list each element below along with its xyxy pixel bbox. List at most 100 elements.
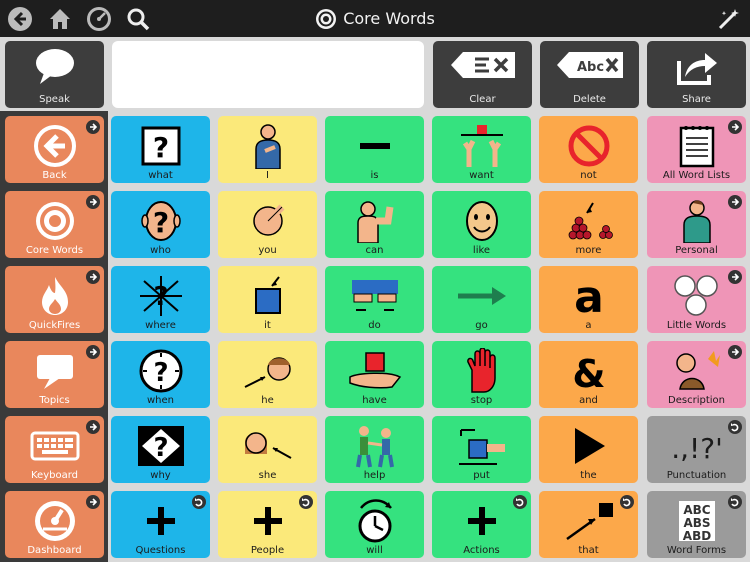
word-key-why[interactable]: ? why xyxy=(111,416,210,483)
word-key-more[interactable]: more xyxy=(539,191,638,258)
flexing-arm-icon xyxy=(325,195,424,247)
sidebar-key-quickfires[interactable]: QuickFires xyxy=(5,266,104,333)
word-key-have[interactable]: have xyxy=(325,341,424,408)
arrow-right-icon xyxy=(90,348,98,356)
word-key-questions[interactable]: Questions xyxy=(111,491,210,558)
clear-label: Clear xyxy=(469,94,496,105)
sidebar-key-core-words[interactable]: Core Words xyxy=(5,191,104,258)
word-key-label: a xyxy=(585,320,592,331)
arrow-right-icon xyxy=(90,273,98,281)
word-key-help[interactable]: help xyxy=(325,416,424,483)
svg-text:ABC: ABC xyxy=(683,503,710,517)
word-key-like[interactable]: like xyxy=(432,191,531,258)
share-button[interactable]: Share xyxy=(647,41,746,108)
sidebar-key-label: Dashboard xyxy=(27,545,82,556)
word-key-personal[interactable]: Personal xyxy=(647,191,746,258)
link-badge xyxy=(728,195,742,209)
word-key-you[interactable]: you xyxy=(218,191,317,258)
share-label: Share xyxy=(682,94,711,105)
word-key-he[interactable]: he xyxy=(218,341,317,408)
undo-icon xyxy=(731,423,739,432)
word-key-label: Description xyxy=(668,395,725,406)
word-key-label: Punctuation xyxy=(666,470,727,481)
word-key-put[interactable]: put xyxy=(432,416,531,483)
sidebar-key-label: Core Words xyxy=(25,245,84,256)
message-bar[interactable] xyxy=(112,41,424,108)
word-key-label: like xyxy=(472,245,491,256)
back-nav-button[interactable] xyxy=(5,4,35,34)
question-clock-icon: ? xyxy=(111,345,210,397)
people-helping-icon xyxy=(325,420,424,472)
word-key-she[interactable]: she xyxy=(218,416,317,483)
word-key-that[interactable]: that xyxy=(539,491,638,558)
word-key-i[interactable]: I xyxy=(218,116,317,183)
word-key-label: where xyxy=(145,320,176,331)
svg-text:?: ? xyxy=(153,433,168,463)
sidebar-key-keyboard[interactable]: Keyboard xyxy=(5,416,104,483)
word-key-label: more xyxy=(575,245,602,256)
arrow-right-icon xyxy=(732,198,740,206)
sidebar-key-topics[interactable]: Topics xyxy=(5,341,104,408)
smiling-face-icon xyxy=(432,195,531,247)
word-key-label: it xyxy=(264,320,271,331)
clear-button[interactable]: Clear xyxy=(433,41,532,108)
dashboard-top-button[interactable] xyxy=(84,4,114,34)
word-key-punctuation[interactable]: .,!?' Punctuation xyxy=(647,416,746,483)
word-key-stop[interactable]: stop xyxy=(432,341,531,408)
clear-icon xyxy=(450,52,515,78)
delete-button[interactable]: Abc Delete xyxy=(540,41,639,108)
word-key-can[interactable]: can xyxy=(325,191,424,258)
word-key-label: and xyxy=(579,395,598,406)
word-key-label: All Word Lists xyxy=(662,170,731,181)
sidebar-key-back[interactable]: Back xyxy=(5,116,104,183)
hand-putting-icon xyxy=(432,420,531,472)
word-key-label: Word Forms xyxy=(666,545,727,556)
home-button[interactable] xyxy=(45,4,75,34)
word-key-label: Personal xyxy=(675,245,718,256)
word-key-actions[interactable]: Actions xyxy=(432,491,531,558)
top-bar xyxy=(0,0,750,37)
word-key-label: stop xyxy=(470,395,493,406)
word-key-label: Actions xyxy=(463,545,500,556)
word-key-who[interactable]: ? who xyxy=(111,191,210,258)
undo-icon xyxy=(731,498,739,507)
word-key-label: have xyxy=(362,395,387,406)
word-key-will[interactable]: will xyxy=(325,491,424,558)
link-badge xyxy=(86,345,100,359)
speak-label: Speak xyxy=(39,94,70,105)
svg-text:?: ? xyxy=(152,206,168,239)
word-key-the[interactable]: the xyxy=(539,416,638,483)
search-button[interactable] xyxy=(123,4,153,34)
speak-button[interactable]: Speak xyxy=(5,41,104,108)
word-key-where[interactable]: ? where xyxy=(111,266,210,333)
word-key-do[interactable]: do xyxy=(325,266,424,333)
word-key-label: what xyxy=(148,170,173,181)
word-key-is[interactable]: is xyxy=(325,116,424,183)
word-key-little-words[interactable]: Little Words xyxy=(647,266,746,333)
word-key-description[interactable]: Description xyxy=(647,341,746,408)
word-key-what[interactable]: ? what xyxy=(111,116,210,183)
word-key-people[interactable]: People xyxy=(218,491,317,558)
link-badge xyxy=(86,270,100,284)
word-key-label: do xyxy=(368,320,381,331)
arrow-right-icon xyxy=(732,348,740,356)
word-key-label: who xyxy=(150,245,171,256)
arrow-right-icon xyxy=(90,423,98,431)
word-key-all-word-lists[interactable]: All Word Lists xyxy=(647,116,746,183)
sidebar-key-dashboard[interactable]: Dashboard xyxy=(5,491,104,558)
link-badge xyxy=(299,495,313,509)
word-key-it[interactable]: it xyxy=(218,266,317,333)
back-circle-icon xyxy=(8,7,32,31)
word-key-a[interactable]: a a xyxy=(539,266,638,333)
link-badge xyxy=(728,270,742,284)
word-key-when[interactable]: ? when xyxy=(111,341,210,408)
word-key-and[interactable]: & and xyxy=(539,341,638,408)
sidebar-key-label: Keyboard xyxy=(30,470,78,481)
word-key-not[interactable]: not xyxy=(539,116,638,183)
word-key-label: you xyxy=(258,245,277,256)
magic-wand-icon xyxy=(718,9,739,30)
word-key-want[interactable]: want xyxy=(432,116,531,183)
word-key-word-forms[interactable]: ABC ABS ABD Word Forms xyxy=(647,491,746,558)
word-key-go[interactable]: go xyxy=(432,266,531,333)
edit-button[interactable] xyxy=(714,4,744,34)
